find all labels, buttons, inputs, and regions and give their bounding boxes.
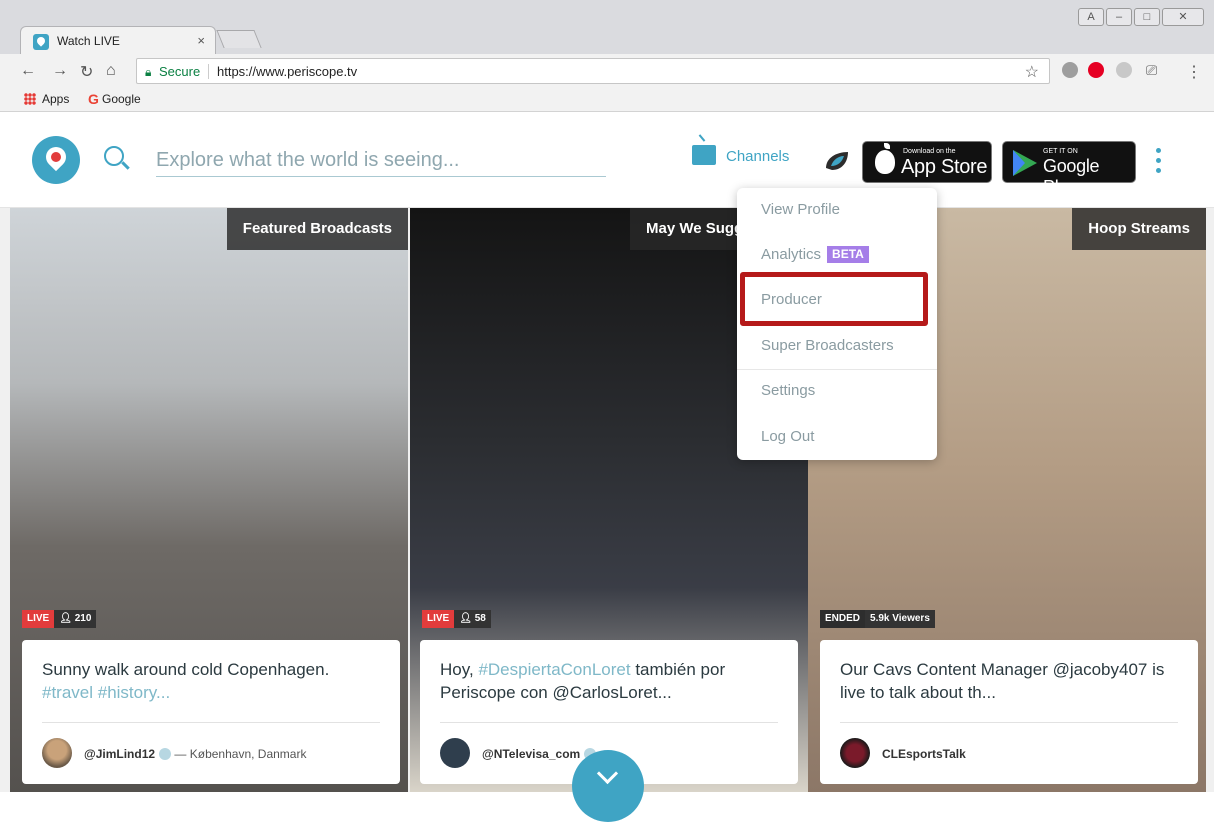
reload-icon[interactable]: ↻ bbox=[80, 62, 93, 82]
menu-item-view-profile[interactable]: View Profile bbox=[737, 190, 937, 230]
extension-icon[interactable] bbox=[1116, 62, 1132, 78]
producer-highlight-box bbox=[740, 272, 928, 326]
browser-titlebar: Watch LIVE × A – □ ✕ bbox=[0, 0, 1214, 56]
viewer-count: 5.9k Viewers bbox=[865, 610, 935, 628]
broadcast-caption[interactable]: Our Cavs Content Manager @jacoby407 is l… bbox=[820, 640, 1198, 784]
forward-icon[interactable]: → bbox=[52, 62, 68, 80]
search-input[interactable] bbox=[156, 145, 606, 177]
broadcast-grid: Featured Broadcasts LIVE 👤︎ 210 Sunny wa… bbox=[0, 208, 1214, 792]
verified-icon bbox=[159, 748, 172, 760]
extension-cloud-icon[interactable] bbox=[1062, 62, 1078, 78]
avatar[interactable] bbox=[42, 738, 72, 768]
search-icon[interactable] bbox=[104, 146, 124, 166]
username[interactable]: @JimLind12 bbox=[84, 747, 155, 761]
bookmark-google[interactable]: Google bbox=[102, 92, 141, 106]
address-bar[interactable]: 🔒︎ Secure https://www.periscope.tv ☆ bbox=[136, 58, 1050, 84]
bookmarks-bar: Apps G Google bbox=[0, 88, 1214, 112]
back-icon[interactable]: ← bbox=[20, 62, 36, 80]
more-options-icon[interactable] bbox=[1156, 148, 1162, 173]
minimize-icon[interactable]: – bbox=[1106, 8, 1132, 26]
avatar[interactable] bbox=[840, 738, 870, 768]
broadcast-title: Sunny walk around cold Copenhagen. #trav… bbox=[42, 660, 330, 702]
bookmark-apps[interactable]: Apps bbox=[42, 92, 69, 106]
periscope-favicon-icon bbox=[33, 34, 49, 50]
apps-grid-icon bbox=[24, 93, 36, 105]
chrome-menu-icon[interactable]: ⋮ bbox=[1186, 62, 1202, 82]
app-store-small-text: Download on the bbox=[903, 148, 956, 155]
viewer-count: 58 bbox=[474, 613, 486, 624]
tab-close-icon[interactable]: × bbox=[197, 33, 205, 48]
google-play-icon bbox=[1013, 150, 1037, 176]
url-text[interactable]: https://www.periscope.tv bbox=[217, 64, 357, 79]
tv-icon bbox=[692, 144, 716, 165]
menu-item-settings[interactable]: Settings bbox=[737, 371, 937, 411]
app-store-label: App Store bbox=[901, 156, 988, 178]
menu-item-log-out[interactable]: Log Out bbox=[737, 417, 937, 457]
status-badge: LIVE 👤︎ 210 bbox=[22, 610, 97, 628]
user-profile-icon[interactable]: A bbox=[1078, 8, 1104, 26]
browser-toolbar: ← → ↻ ⌂ 🔒︎ Secure https://www.periscope.… bbox=[0, 54, 1214, 88]
window-controls: A – □ ✕ bbox=[1078, 8, 1204, 26]
channels-link[interactable]: Channels bbox=[692, 144, 789, 165]
status-badge: LIVE 👤︎ 58 bbox=[422, 610, 491, 628]
broadcast-title: Hoy, #DespiertaConLoret también por Peri… bbox=[440, 660, 726, 702]
menu-item-super-broadcasters[interactable]: Super Broadcasters bbox=[737, 326, 937, 366]
bookmark-star-icon[interactable]: ☆ bbox=[1025, 62, 1039, 82]
username[interactable]: CLEsportsTalk bbox=[882, 747, 966, 761]
google-play-button[interactable]: GET IT ON Google Play bbox=[1002, 141, 1136, 197]
avatar[interactable] bbox=[440, 738, 470, 768]
secure-label: Secure bbox=[159, 64, 201, 79]
menu-item-analytics[interactable]: Analytics BETA bbox=[737, 235, 937, 275]
status-badge: ENDED 5.9k Viewers bbox=[820, 610, 935, 628]
google-play-label: Google Play bbox=[1043, 156, 1100, 197]
periscope-logo[interactable] bbox=[32, 136, 80, 184]
google-play-small-text: GET IT ON bbox=[1043, 148, 1078, 155]
broadcast-caption[interactable]: Sunny walk around cold Copenhagen. #trav… bbox=[22, 640, 400, 784]
maximize-icon[interactable]: □ bbox=[1134, 8, 1160, 26]
username[interactable]: @NTelevisa_com bbox=[482, 747, 580, 761]
broadcast-card[interactable]: Featured Broadcasts LIVE 👤︎ 210 Sunny wa… bbox=[10, 208, 408, 792]
beta-badge: BETA bbox=[827, 246, 869, 263]
viewer-count: 210 bbox=[74, 613, 92, 624]
section-label: Featured Broadcasts bbox=[226, 208, 408, 250]
apple-icon bbox=[875, 143, 895, 174]
app-store-button[interactable]: Download on the App Store bbox=[862, 141, 992, 183]
home-icon[interactable]: ⌂ bbox=[106, 62, 116, 80]
lock-icon: 🔒︎ bbox=[145, 65, 152, 79]
profile-avatar-icon[interactable] bbox=[822, 148, 852, 174]
pinterest-icon[interactable] bbox=[1088, 62, 1104, 78]
location: — København, Danmark bbox=[174, 747, 307, 761]
google-icon: G bbox=[88, 91, 99, 107]
close-window-icon[interactable]: ✕ bbox=[1162, 8, 1204, 26]
site-header: Channels Download on the App Store GET I… bbox=[0, 112, 1214, 208]
section-label: Hoop Streams bbox=[1072, 208, 1206, 250]
scroll-down-button[interactable] bbox=[572, 750, 644, 822]
cast-icon[interactable]: ⎚ bbox=[1146, 62, 1157, 79]
new-tab-button[interactable] bbox=[216, 30, 262, 48]
broadcast-title: Our Cavs Content Manager @jacoby407 is l… bbox=[840, 660, 1165, 702]
channels-label: Channels bbox=[726, 148, 790, 165]
browser-tab[interactable]: Watch LIVE × bbox=[20, 26, 216, 56]
tab-title: Watch LIVE bbox=[57, 34, 120, 48]
periscope-pin-icon bbox=[41, 142, 71, 172]
